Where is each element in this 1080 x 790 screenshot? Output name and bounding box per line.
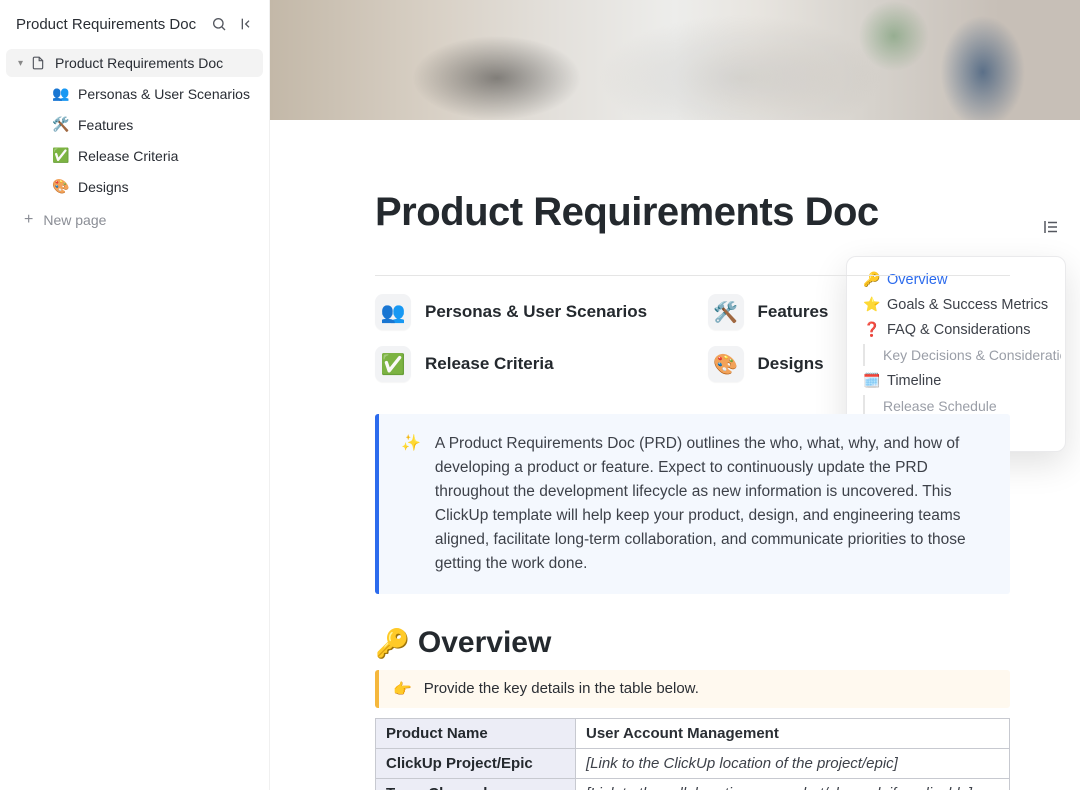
overview-heading: 🔑 Overview — [375, 626, 1010, 660]
pointer-icon: 👉 — [393, 680, 412, 698]
collapse-sidebar-icon[interactable] — [237, 14, 257, 34]
search-icon[interactable] — [209, 14, 229, 34]
sidebar-root-item[interactable]: ▾ Product Requirements Doc — [6, 49, 263, 77]
table-row: ClickUp Project/Epic [Link to the ClickU… — [376, 749, 1010, 779]
sidebar: Product Requirements Doc ▾ Product Requi… — [0, 0, 270, 790]
features-icon: 🛠️ — [708, 294, 744, 330]
overview-table: Product Name User Account Management Cli… — [375, 718, 1010, 790]
subpage-link-features[interactable]: 🛠️ Features — [708, 294, 1011, 330]
cell-value[interactable]: [Link to the collaboration group chat/ch… — [576, 779, 1010, 790]
subpage-link-release-criteria[interactable]: ✅ Release Criteria — [375, 346, 678, 382]
sidebar-item-label: Personas & User Scenarios — [78, 86, 250, 102]
release-criteria-icon: ✅ — [375, 346, 411, 382]
cover-image — [270, 0, 1080, 120]
designs-icon: 🎨 — [708, 346, 744, 382]
key-icon: 🔑 — [375, 627, 410, 660]
personas-icon: 👥 — [375, 294, 411, 330]
cell-key: Product Name — [376, 719, 576, 749]
sidebar-item-designs[interactable]: 🎨 Designs — [6, 172, 263, 201]
new-page-button[interactable]: + New page — [0, 202, 269, 238]
intro-callout: ✨ A Product Requirements Doc (PRD) outli… — [375, 414, 1010, 594]
overview-hint-text: Provide the key details in the table bel… — [424, 680, 699, 698]
table-row: Product Name User Account Management — [376, 719, 1010, 749]
intro-callout-text: A Product Requirements Doc (PRD) outline… — [435, 432, 988, 576]
subpage-link-label: Personas & User Scenarios — [425, 302, 647, 322]
sidebar-doc-title: Product Requirements Doc — [16, 16, 201, 33]
chevron-down-icon: ▾ — [18, 58, 23, 69]
main-area: 🔑 Overview ⭐ Goals & Success Metrics ❓ F… — [270, 0, 1080, 790]
cell-key: Team Channel — [376, 779, 576, 790]
sidebar-root-label: Product Requirements Doc — [55, 55, 223, 71]
page-title: Product Requirements Doc — [375, 190, 1010, 235]
subpage-links-grid: 👥 Personas & User Scenarios 🛠️ Features … — [375, 294, 1010, 382]
cell-value[interactable]: User Account Management — [576, 719, 1010, 749]
sparkles-icon: ✨ — [401, 432, 421, 576]
overview-heading-text: Overview — [418, 626, 551, 660]
cell-key: ClickUp Project/Epic — [376, 749, 576, 779]
overview-hint-callout: 👉 Provide the key details in the table b… — [375, 670, 1010, 708]
document-icon — [31, 55, 47, 71]
page-content: Product Requirements Doc 👥 Personas & Us… — [270, 120, 1080, 790]
personas-icon: 👥 — [52, 85, 70, 102]
subpage-link-label: Release Criteria — [425, 354, 554, 374]
new-page-label: New page — [43, 212, 106, 228]
sidebar-item-label: Release Criteria — [78, 148, 178, 164]
subpage-link-designs[interactable]: 🎨 Designs — [708, 346, 1011, 382]
features-icon: 🛠️ — [52, 116, 70, 133]
sidebar-item-features[interactable]: 🛠️ Features — [6, 110, 263, 139]
subpage-link-label: Features — [758, 302, 829, 322]
divider — [375, 275, 1010, 276]
sidebar-item-release-criteria[interactable]: ✅ Release Criteria — [6, 141, 263, 170]
release-criteria-icon: ✅ — [52, 147, 70, 164]
cell-value[interactable]: [Link to the ClickUp location of the pro… — [576, 749, 1010, 779]
sidebar-item-label: Designs — [78, 179, 129, 195]
table-row: Team Channel [Link to the collaboration … — [376, 779, 1010, 790]
designs-icon: 🎨 — [52, 178, 70, 195]
sidebar-header: Product Requirements Doc — [0, 6, 269, 48]
sidebar-item-personas[interactable]: 👥 Personas & User Scenarios — [6, 79, 263, 108]
subpage-link-label: Designs — [758, 354, 824, 374]
subpage-link-personas[interactable]: 👥 Personas & User Scenarios — [375, 294, 678, 330]
plus-icon: + — [24, 212, 33, 228]
sidebar-item-label: Features — [78, 117, 133, 133]
